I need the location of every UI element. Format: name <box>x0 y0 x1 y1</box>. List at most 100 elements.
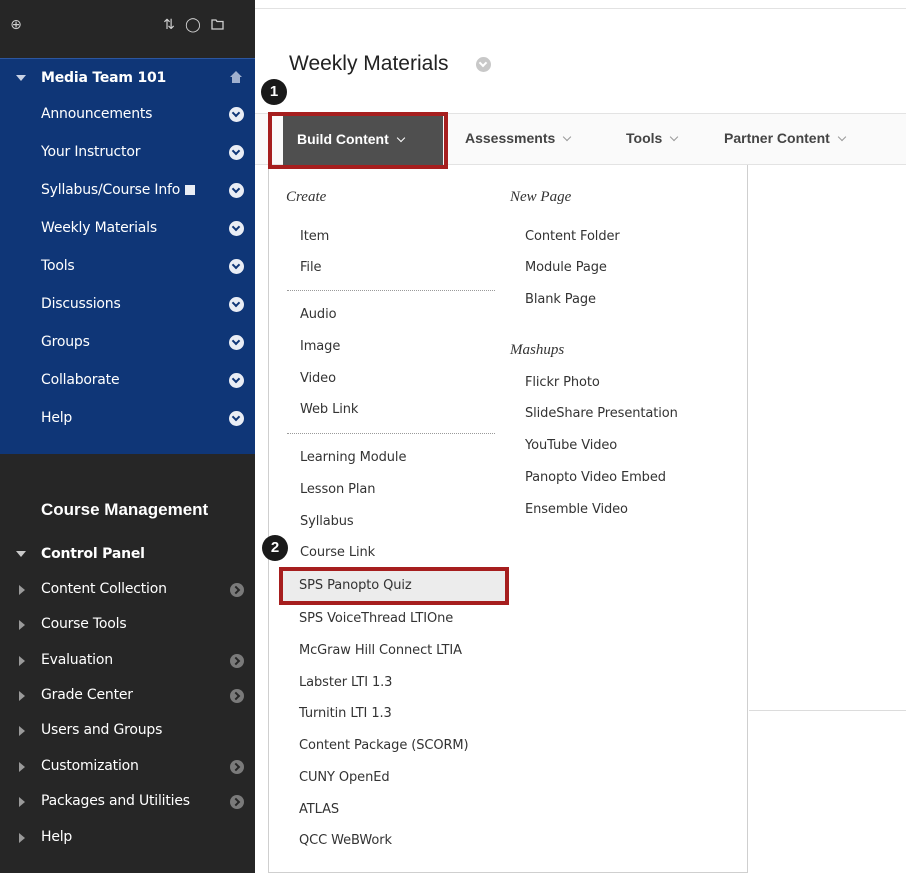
sidebar-item-discussions[interactable]: Discussions <box>0 287 255 323</box>
control-panel-item-content-collection[interactable]: Content Collection <box>0 575 255 605</box>
home-icon[interactable] <box>229 70 243 84</box>
arrow-right-icon[interactable] <box>230 795 244 809</box>
menu-item-slideshare-presentation[interactable]: SlideShare Presentation <box>525 406 678 421</box>
menu-item-audio[interactable]: Audio <box>300 307 337 322</box>
control-panel-item-label[interactable]: Course Tools <box>41 616 127 632</box>
sidebar-toolbar: ⊕ ⇅ ◯ <box>0 0 255 48</box>
chevron-down-icon[interactable] <box>229 297 244 312</box>
collapse-caret-icon[interactable] <box>16 75 26 81</box>
control-panel-item-label[interactable]: Content Collection <box>41 581 167 597</box>
arrow-right-icon[interactable] <box>230 654 244 668</box>
sidebar-item-label[interactable]: Your Instructor <box>41 144 140 160</box>
collapse-caret-icon[interactable] <box>16 551 26 557</box>
arrow-right-icon[interactable] <box>230 583 244 597</box>
menu-item-sps-voicethread[interactable]: SPS VoiceThread LTIOne <box>299 611 453 626</box>
sidebar-item-syllabus[interactable]: Syllabus/Course Info <box>0 173 255 209</box>
course-title-row[interactable]: Media Team 101 <box>0 61 255 97</box>
sidebar-item-label[interactable]: Tools <box>41 258 75 274</box>
control-panel-item-customization[interactable]: Customization <box>0 752 255 782</box>
expand-caret-icon[interactable] <box>19 620 25 630</box>
menu-item-course-link[interactable]: Course Link <box>300 545 375 560</box>
folder-icon[interactable] <box>207 14 227 34</box>
sidebar-item-label[interactable]: Groups <box>41 334 90 350</box>
sidebar-item-label[interactable]: Discussions <box>41 296 121 312</box>
menu-item-image[interactable]: Image <box>300 339 340 354</box>
control-panel-item-label[interactable]: Evaluation <box>41 652 113 668</box>
menu-item-atlas[interactable]: ATLAS <box>299 802 339 817</box>
menu-item-web-link[interactable]: Web Link <box>300 402 358 417</box>
menu-item-file[interactable]: File <box>300 260 321 275</box>
reorder-icon[interactable]: ⇅ <box>159 14 179 34</box>
menu-item-module-page[interactable]: Module Page <box>525 260 607 275</box>
control-panel-label[interactable]: Control Panel <box>41 546 145 562</box>
menu-item-turnitin[interactable]: Turnitin LTI 1.3 <box>299 706 392 721</box>
sidebar-item-label[interactable]: Syllabus/Course Info <box>41 182 196 198</box>
sidebar-item-label[interactable]: Weekly Materials <box>41 220 157 236</box>
menu-item-lesson-plan[interactable]: Lesson Plan <box>300 482 376 497</box>
control-panel-header[interactable]: Control Panel <box>0 540 255 570</box>
menu-item-item[interactable]: Item <box>300 229 329 244</box>
sidebar-item-label[interactable]: Collaborate <box>41 372 120 388</box>
sidebar-item-tools[interactable]: Tools <box>0 249 255 285</box>
chevron-down-icon[interactable] <box>229 259 244 274</box>
control-panel-item-label[interactable]: Help <box>41 829 72 845</box>
course-menu: Media Team 101 Announcements Your Instru… <box>0 58 255 454</box>
expand-caret-icon[interactable] <box>19 691 25 701</box>
control-panel-item-course-tools[interactable]: Course Tools <box>0 610 255 640</box>
menu-item-youtube-video[interactable]: YouTube Video <box>525 438 617 453</box>
menu-item-panopto-video-embed[interactable]: Panopto Video Embed <box>525 470 666 485</box>
chevron-down-icon[interactable] <box>229 335 244 350</box>
menu-item-ensemble-video[interactable]: Ensemble Video <box>525 502 628 517</box>
chevron-down-icon[interactable] <box>229 145 244 160</box>
menu-item-syllabus[interactable]: Syllabus <box>300 514 354 529</box>
course-title[interactable]: Media Team 101 <box>41 70 166 86</box>
partner-content-menu[interactable]: Partner Content <box>724 130 847 146</box>
menu-item-mcgraw-hill-connect[interactable]: McGraw Hill Connect LTIA <box>299 643 462 658</box>
expand-caret-icon[interactable] <box>19 726 25 736</box>
chevron-down-icon[interactable] <box>229 373 244 388</box>
tools-menu[interactable]: Tools <box>626 130 679 146</box>
arrow-right-icon[interactable] <box>230 689 244 703</box>
arrow-right-icon[interactable] <box>230 760 244 774</box>
menu-item-video[interactable]: Video <box>300 371 336 386</box>
control-panel-item-label[interactable]: Packages and Utilities <box>41 793 190 809</box>
control-panel-item-label[interactable]: Customization <box>41 758 139 774</box>
menu-item-labster[interactable]: Labster LTI 1.3 <box>299 675 392 690</box>
chevron-down-icon[interactable] <box>229 107 244 122</box>
chevron-down-icon[interactable] <box>229 221 244 236</box>
control-panel-item-label[interactable]: Grade Center <box>41 687 133 703</box>
chevron-down-icon[interactable] <box>229 411 244 426</box>
menu-item-content-package-scorm[interactable]: Content Package (SCORM) <box>299 738 469 753</box>
sidebar-item-label[interactable]: Help <box>41 410 72 426</box>
expand-caret-icon[interactable] <box>19 762 25 772</box>
chevron-down-icon[interactable] <box>229 183 244 198</box>
control-panel-item-help[interactable]: Help <box>0 823 255 853</box>
sidebar-item-help[interactable]: Help <box>0 401 255 437</box>
menu-item-content-folder[interactable]: Content Folder <box>525 229 620 244</box>
sidebar-item-label[interactable]: Announcements <box>41 106 152 122</box>
sidebar-item-groups[interactable]: Groups <box>0 325 255 361</box>
expand-caret-icon[interactable] <box>19 585 25 595</box>
course-sidebar: ⊕ ⇅ ◯ Media Team 101 Announcements Your … <box>0 0 255 873</box>
sidebar-item-collaborate[interactable]: Collaborate <box>0 363 255 399</box>
control-panel-item-grade-center[interactable]: Grade Center <box>0 681 255 711</box>
menu-item-flickr-photo[interactable]: Flickr Photo <box>525 375 600 390</box>
expand-caret-icon[interactable] <box>19 797 25 807</box>
sidebar-item-weekly-materials[interactable]: Weekly Materials <box>0 211 255 247</box>
menu-item-cuny-opened[interactable]: CUNY OpenEd <box>299 770 390 785</box>
control-panel-item-label[interactable]: Users and Groups <box>41 722 162 738</box>
menu-item-qcc-webwork[interactable]: QCC WeBWork <box>299 833 392 848</box>
refresh-icon[interactable]: ◯ <box>183 14 203 34</box>
expand-caret-icon[interactable] <box>19 656 25 666</box>
control-panel-item-evaluation[interactable]: Evaluation <box>0 646 255 676</box>
chevron-down-icon[interactable] <box>476 57 491 72</box>
menu-item-learning-module[interactable]: Learning Module <box>300 450 406 465</box>
sidebar-item-announcements[interactable]: Announcements <box>0 97 255 133</box>
expand-caret-icon[interactable] <box>19 833 25 843</box>
menu-item-blank-page[interactable]: Blank Page <box>525 292 596 307</box>
control-panel-item-packages-and-utilities[interactable]: Packages and Utilities <box>0 787 255 817</box>
control-panel-item-users-and-groups[interactable]: Users and Groups <box>0 716 255 746</box>
sidebar-item-your-instructor[interactable]: Your Instructor <box>0 135 255 171</box>
assessments-menu[interactable]: Assessments <box>465 130 572 146</box>
add-menu-item-icon[interactable]: ⊕ <box>6 14 26 34</box>
